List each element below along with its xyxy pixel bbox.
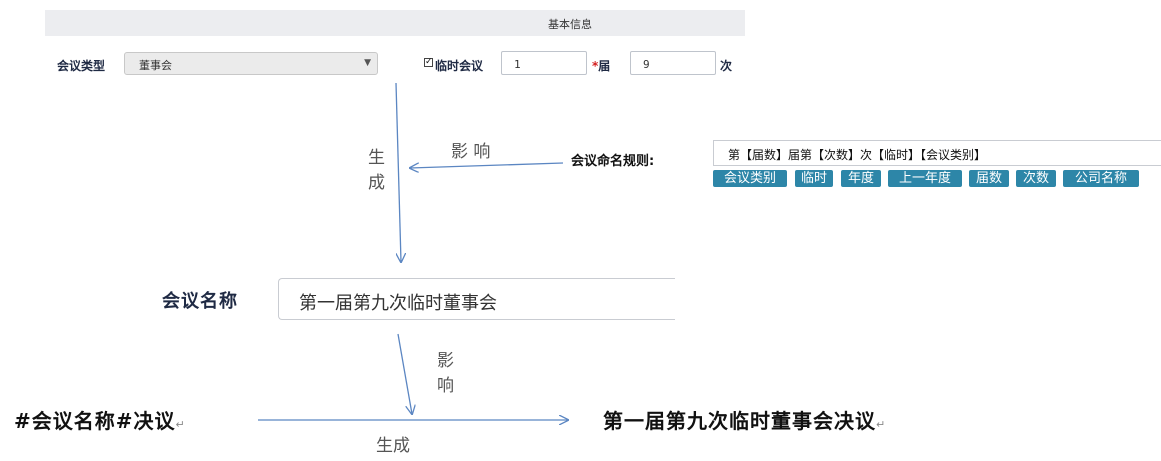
template-result-text: 第一届第九次临时董事会决议↵: [603, 405, 886, 434]
para-mark-icon: ↵: [876, 418, 887, 431]
generate-label-1b: 成: [368, 173, 385, 193]
naming-rule-input[interactable]: 第【届数】届第【次数】次【临时】【会议类别】: [713, 140, 1161, 166]
generate-label-1a: 生: [368, 148, 385, 168]
tag-year-button[interactable]: 年度: [841, 170, 881, 187]
tag-meeting-category-button[interactable]: 会议类别: [713, 170, 787, 187]
tag-session-number-button[interactable]: 届数: [969, 170, 1009, 187]
flow-arrows: [258, 82, 1161, 461]
tag-count-number-button[interactable]: 次数: [1016, 170, 1056, 187]
tag-company-name-button[interactable]: 公司名称: [1063, 170, 1139, 187]
para-mark-icon: ↵: [175, 418, 186, 431]
arrow-rule-influence: [410, 162, 564, 168]
influence-label-1: 影 响: [451, 142, 491, 162]
tag-temporary-button[interactable]: 临时: [795, 170, 833, 187]
template-source: #会议名称#决议: [14, 409, 176, 433]
meeting-name-label: 会议名称: [162, 291, 238, 312]
arrow-name-influence: [397, 333, 412, 414]
influence-label-2a: 影: [437, 351, 454, 371]
generate-label-2: 生成: [376, 436, 410, 456]
meeting-name-input[interactable]: 第一届第九次临时董事会: [278, 278, 675, 320]
tag-previous-year-button[interactable]: 上一年度: [888, 170, 962, 187]
template-result: 第一届第九次临时董事会决议: [603, 409, 876, 433]
template-source-text: #会议名称#决议↵: [14, 405, 186, 434]
arrow-generate-down: [395, 82, 401, 262]
naming-rule-label: 会议命名规则:: [571, 154, 655, 169]
influence-label-2b: 响: [437, 376, 454, 396]
